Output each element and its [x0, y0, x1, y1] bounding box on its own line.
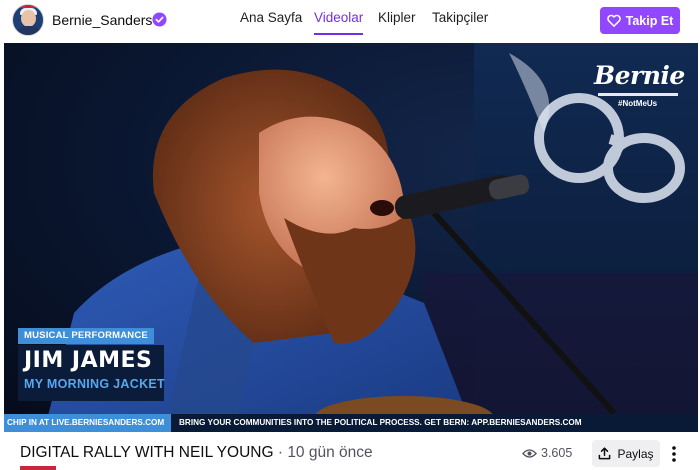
channel-name[interactable]: Bernie_Sanders: [52, 12, 152, 28]
channel-header: Bernie_Sanders Ana Sayfa Videolar Kliple…: [0, 0, 700, 42]
verified-badge-icon: [152, 12, 167, 27]
video-title: DIGITAL RALLY WITH NEIL YOUNG: [20, 444, 274, 461]
channel-avatar[interactable]: [12, 4, 44, 36]
brand-logo: Bernie: [594, 61, 685, 90]
follow-button[interactable]: Takip Et: [600, 7, 680, 34]
share-upload-icon: [599, 447, 611, 460]
performer-name: JIM JAMES: [24, 348, 153, 373]
tab-videos[interactable]: Videolar: [314, 10, 364, 35]
eye-icon: [522, 449, 537, 458]
tab-followers[interactable]: Takipçiler: [432, 10, 488, 34]
video-info-bar: DIGITAL RALLY WITH NEIL YOUNG · 10 gün ö…: [0, 432, 700, 470]
news-ticker: CHIP IN AT LIVE.BERNIESANDERS.COM BRING …: [4, 414, 698, 432]
performer-band: MY MORNING JACKET: [24, 377, 165, 391]
heart-icon: [606, 14, 621, 27]
tab-clips[interactable]: Klipler: [378, 10, 416, 34]
follow-label: Takip Et: [625, 13, 674, 28]
video-age: 10 gün önce: [287, 444, 373, 461]
view-count: 3.605: [541, 446, 573, 460]
share-label: Paylaş: [617, 446, 654, 461]
title-separator: ·: [277, 444, 283, 461]
share-button[interactable]: Paylaş: [592, 440, 660, 467]
brand-hashtag: #NotMeUs: [618, 99, 658, 108]
video-player[interactable]: Bernie #NotMeUs MUSICAL PERFORMANCE JIM …: [4, 43, 698, 432]
thumbnail-peek: [20, 466, 56, 470]
ticker-donate-text: CHIP IN AT LIVE.BERNIESANDERS.COM: [4, 414, 171, 432]
ticker-message-text: BRING YOUR COMMUNITIES INTO THE POLITICA…: [179, 418, 582, 427]
more-vertical-icon[interactable]: [668, 445, 680, 463]
tab-home[interactable]: Ana Sayfa: [240, 10, 302, 34]
segment-tag: MUSICAL PERFORMANCE: [18, 328, 154, 344]
brand-underline: [598, 93, 678, 96]
video-title-row: DIGITAL RALLY WITH NEIL YOUNG · 10 gün ö…: [20, 444, 373, 462]
